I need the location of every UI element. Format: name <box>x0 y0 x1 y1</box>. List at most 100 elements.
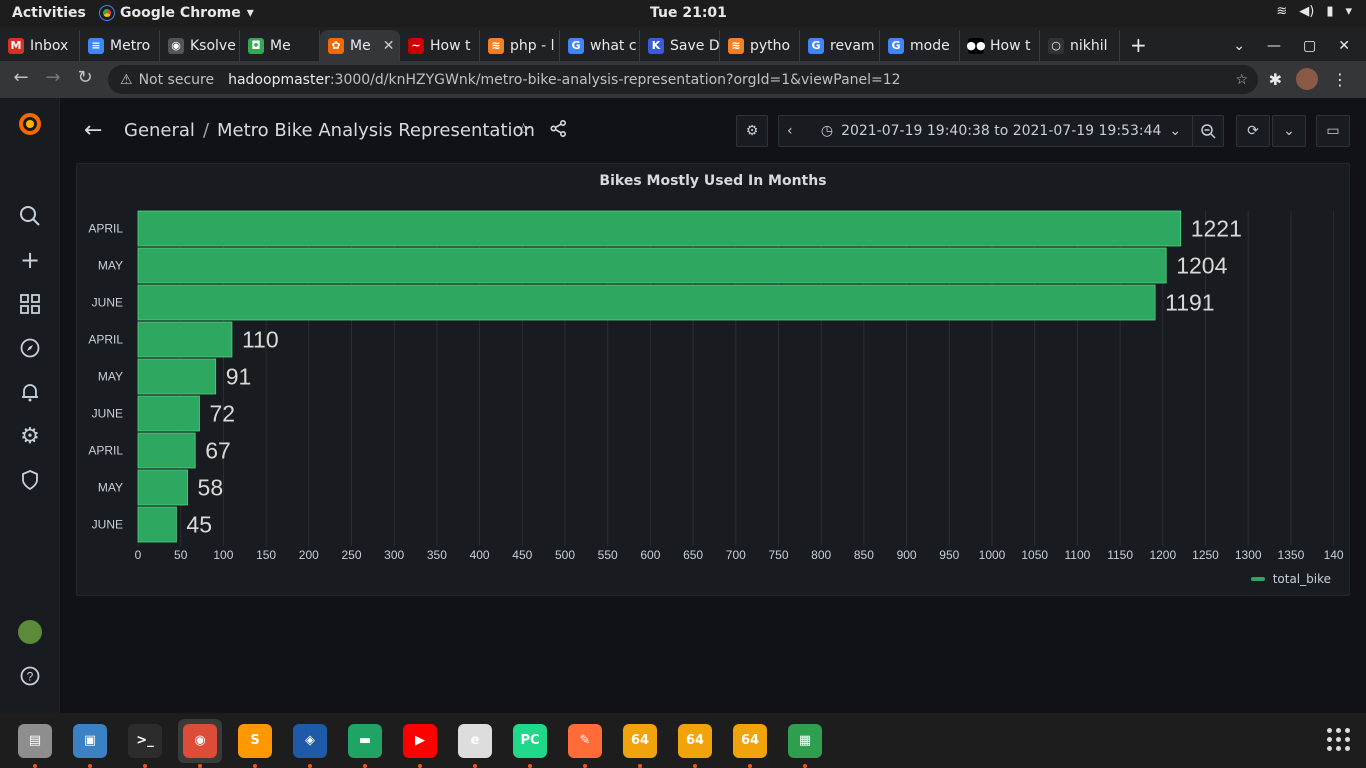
settings-button[interactable]: ⚙ <box>736 115 768 147</box>
address-bar[interactable]: ⚠ Not secure hadoopmaster :3000/d/knHZYG… <box>108 65 1258 94</box>
zoom-out-button[interactable] <box>1192 115 1224 147</box>
gear-icon[interactable]: ⚙ <box>18 424 42 449</box>
new-tab-button[interactable]: + <box>1120 33 1157 61</box>
dock-item-youtube[interactable]: ▶ <box>398 719 442 768</box>
tab-label: How t <box>430 37 471 54</box>
tab-favicon-icon: ✿ <box>328 37 344 54</box>
system-top-bar: Activities Google Chrome ▾ Tue 21:01 ≋ ◀… <box>0 0 1366 27</box>
tv-mode-button[interactable]: ▭ <box>1316 115 1350 147</box>
tab-label: revam <box>830 37 875 54</box>
browser-tab[interactable]: ~ How t <box>400 30 480 61</box>
category-label: JUNE <box>92 296 123 310</box>
user-avatar[interactable] <box>18 620 42 644</box>
dock-item-chrome[interactable]: ◉ <box>178 718 222 768</box>
x-tick-label: 100 <box>213 548 233 562</box>
browser-tab[interactable]: M Inbox <box>0 30 80 61</box>
star-icon[interactable]: ☆ <box>516 120 531 140</box>
browser-tab[interactable]: ○ nikhil <box>1040 30 1120 61</box>
dock-item-app-64-3[interactable]: 64 <box>728 719 772 768</box>
dock-item-files[interactable]: ▤ <box>13 719 57 768</box>
dashboard-title[interactable]: Metro Bike Analysis Representation <box>217 120 535 141</box>
dashboards-grid-icon[interactable] <box>18 292 42 316</box>
dock-item-app-64-2[interactable]: 64 <box>673 719 717 768</box>
dock-item-image-viewer[interactable]: ▣ <box>68 719 112 768</box>
tab-favicon-icon: ●● <box>966 37 986 54</box>
chevron-down-icon: ▾ <box>1345 4 1352 19</box>
dock-item-virtualbox[interactable]: ◈ <box>288 719 332 768</box>
browser-tab[interactable]: Grevam <box>800 30 880 61</box>
browser-tab[interactable]: ●● How t <box>960 30 1040 61</box>
browser-tab[interactable]: ✿ Me ✕ <box>320 30 400 61</box>
refresh-button[interactable]: ⟳ <box>1236 115 1270 147</box>
chevron-left-icon[interactable]: ‹ <box>787 123 793 139</box>
browser-tab[interactable]: K Save D <box>640 30 720 61</box>
breadcrumb-separator: / <box>202 120 210 141</box>
system-tray[interactable]: ≋ ◀) ▮ ▾ <box>1276 4 1352 19</box>
category-label: APRIL <box>88 222 123 236</box>
browser-tab[interactable]: ◘ Me <box>240 30 320 61</box>
browser-tab[interactable]: Gwhat c <box>560 30 640 61</box>
help-icon[interactable]: ? <box>18 664 42 688</box>
gear-icon: ⚙ <box>745 123 759 139</box>
forward-arrow-icon[interactable]: → <box>38 67 68 88</box>
x-tick-label: 650 <box>683 548 703 562</box>
refresh-interval-dropdown[interactable]: ⌄ <box>1272 115 1306 147</box>
grafana-logo-icon[interactable] <box>18 112 42 136</box>
window-controls: ⌄ — ▢ ✕ <box>1217 38 1366 61</box>
close-icon[interactable]: ✕ <box>1338 38 1350 54</box>
tab-label: mode <box>910 37 950 54</box>
profile-avatar[interactable] <box>1296 68 1318 90</box>
tab-favicon-icon: ≋ <box>728 37 744 54</box>
minimize-icon[interactable]: — <box>1267 38 1281 54</box>
spreadsheet-icon: ▦ <box>788 723 822 758</box>
bar-value-label: 110 <box>242 327 279 353</box>
compass-icon[interactable] <box>18 336 42 360</box>
bar <box>137 247 1167 284</box>
tab-label: what c <box>590 37 637 54</box>
back-arrow-icon[interactable]: ← <box>6 67 36 88</box>
activities-button[interactable]: Activities <box>12 5 86 21</box>
reload-icon[interactable]: ↻ <box>70 67 100 88</box>
files-icon: ▤ <box>18 723 52 758</box>
browser-tab[interactable]: ≋ pytho <box>720 30 800 61</box>
browser-tab[interactable]: ◉ Ksolve <box>160 30 240 61</box>
bookmark-star-icon[interactable]: ☆ <box>1235 72 1248 88</box>
share-icon[interactable] <box>550 119 567 142</box>
wifi-icon: ≋ <box>1276 4 1288 19</box>
extensions-icon[interactable]: ✱ <box>1269 70 1282 89</box>
browser-tab[interactable]: ≋ php - l <box>480 30 560 61</box>
x-tick-label: 140 <box>1324 548 1344 562</box>
category-label: APRIL <box>88 444 123 458</box>
browser-tab[interactable]: Gmode <box>880 30 960 61</box>
bar <box>137 321 233 358</box>
show-applications-icon[interactable] <box>1327 728 1350 751</box>
app-menu[interactable]: Google Chrome ▾ <box>99 5 254 21</box>
browser-toolbar: ← → ↻ ⚠ Not secure hadoopmaster :3000/d/… <box>0 61 1366 98</box>
dock-item-chat[interactable]: ▬ <box>343 719 387 768</box>
clock[interactable]: Tue 21:01 <box>650 5 727 21</box>
search-icon[interactable] <box>18 204 42 228</box>
dock-item-pycharm[interactable]: PC <box>508 719 552 768</box>
folder-link[interactable]: General <box>124 120 195 141</box>
bell-icon[interactable] <box>18 380 42 404</box>
time-range-picker[interactable]: ‹ ◷ 2021-07-19 19:40:38 to 2021-07-19 19… <box>778 115 1224 147</box>
dock-item-sublime-text[interactable]: S <box>233 719 277 768</box>
legend[interactable]: total_bike <box>1250 572 1331 586</box>
tab-favicon-icon: K <box>648 37 664 54</box>
dock-item-document-viewer[interactable]: e <box>453 719 497 768</box>
plus-icon[interactable]: + <box>18 246 42 274</box>
menu-dots-icon[interactable]: ⋮ <box>1332 70 1348 89</box>
shield-icon[interactable] <box>18 468 42 492</box>
dock-item-spreadsheet[interactable]: ▦ <box>783 719 827 768</box>
dock-item-terminal[interactable]: >_ <box>123 719 167 768</box>
image-viewer-icon: ▣ <box>73 723 107 758</box>
app-64-2-icon: 64 <box>678 723 712 758</box>
dock-item-app-64-1[interactable]: 64 <box>618 719 662 768</box>
back-arrow-icon[interactable]: ← <box>84 118 102 143</box>
tab-search-icon[interactable]: ⌄ <box>1233 38 1245 54</box>
browser-tab[interactable]: ≡ Metro <box>80 30 160 61</box>
chat-icon: ▬ <box>348 723 382 758</box>
close-tab-icon[interactable]: ✕ <box>383 38 395 54</box>
dock-item-postman[interactable]: ✎ <box>563 719 607 768</box>
maximize-icon[interactable]: ▢ <box>1303 38 1316 54</box>
